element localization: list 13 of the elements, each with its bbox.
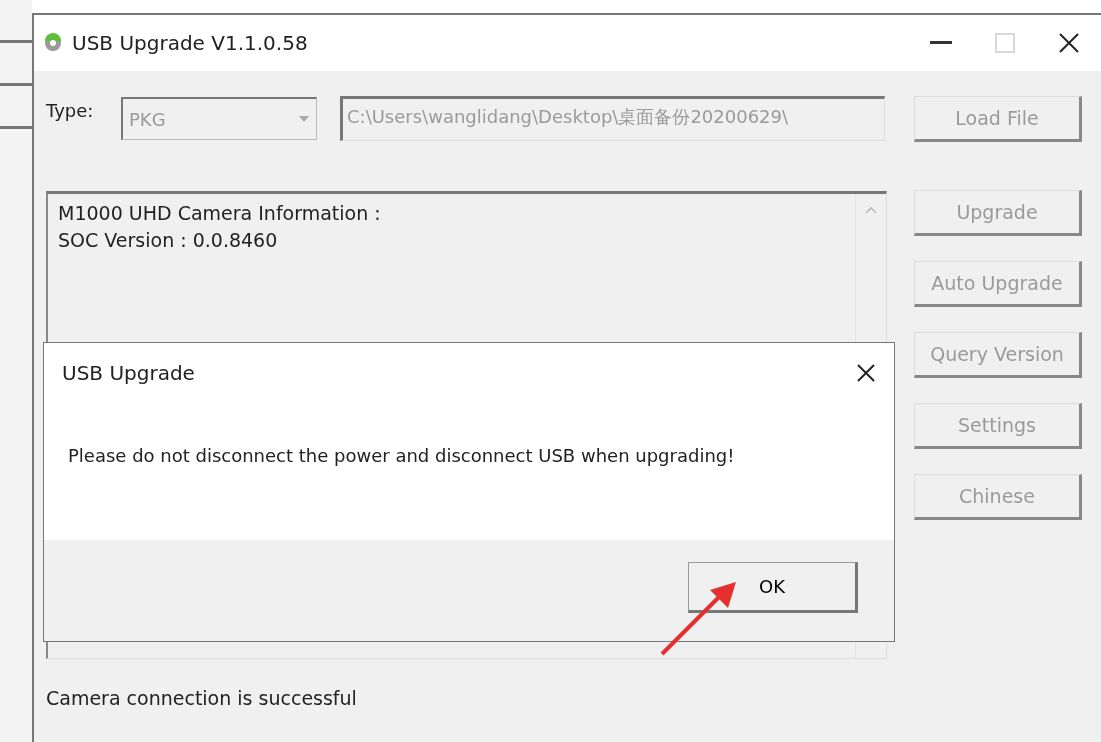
status-text: Camera connection is successful: [46, 687, 358, 709]
info-line: M1000 UHD Camera Information :: [58, 201, 382, 226]
minimize-icon: [930, 41, 952, 45]
close-icon: [856, 363, 876, 383]
type-label: Type:: [46, 99, 95, 121]
window-title: USB Upgrade V1.1.0.58: [72, 31, 309, 55]
dropdown-arrow-icon: [298, 115, 310, 123]
dialog-message: Please do not disconnect the power and disconnect USB when upgrading!: [68, 445, 736, 466]
dialog-title: USB Upgrade: [62, 361, 195, 385]
info-line: SOC Version : 0.0.8460: [58, 228, 279, 253]
close-icon: [1058, 32, 1080, 54]
maximize-icon: [995, 33, 1015, 53]
ok-button[interactable]: OK: [688, 562, 858, 613]
